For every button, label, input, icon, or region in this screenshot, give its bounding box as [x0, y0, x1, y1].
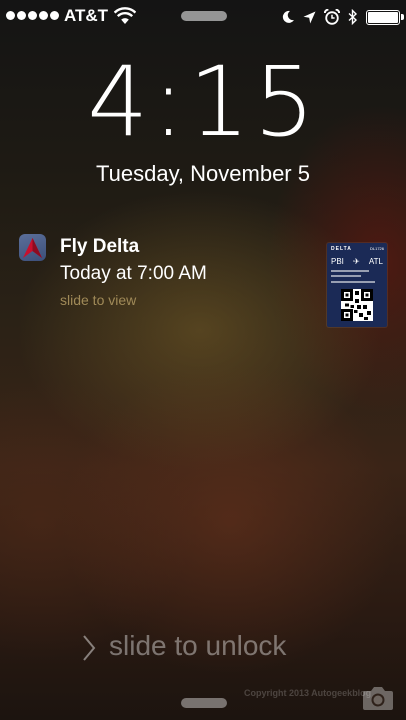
pass-destination: ATL — [368, 257, 383, 266]
status-bar: AT&T — [0, 0, 406, 34]
wifi-icon — [114, 7, 136, 24]
pass-detail-line — [331, 281, 375, 283]
location-arrow-icon — [303, 11, 316, 23]
lock-screen-time: 4:15 — [87, 46, 319, 158]
pass-detail-line — [331, 275, 361, 277]
status-right-icons — [281, 6, 404, 28]
slide-to-unlock-label: slide to unlock — [109, 630, 287, 661]
pass-origin: PBI — [331, 257, 344, 266]
pass-detail-line — [331, 270, 369, 272]
battery-icon — [366, 9, 404, 25]
chevron-right-icon — [83, 635, 96, 661]
moon-icon — [282, 10, 294, 23]
camera-icon[interactable] — [362, 685, 394, 711]
alarm-clock-icon — [324, 9, 340, 25]
control-center-grabber[interactable] — [181, 698, 227, 708]
notification-title: Fly Delta — [60, 236, 140, 257]
signal-strength-icon — [6, 11, 59, 20]
lock-screen-date: Tuesday, November 5 — [96, 161, 310, 186]
pass-brand: DELTA — [331, 246, 352, 252]
bluetooth-icon — [348, 9, 358, 25]
carrier-name: AT&T — [64, 6, 109, 25]
delta-logo-icon — [19, 234, 46, 261]
airplane-icon: ✈ — [353, 257, 360, 266]
notification-center-grabber[interactable] — [181, 11, 227, 21]
boarding-pass-thumbnail: DELTA DL1726 PBI ✈ ATL — [327, 243, 387, 327]
notification-item[interactable]: Fly Delta Today at 7:00 AM slide to view… — [0, 228, 406, 338]
copyright-watermark: Copyright 2013 Autogeekblog — [244, 688, 372, 698]
notification-body: Today at 7:00 AM — [60, 263, 207, 284]
pass-flight: DL1726 — [369, 246, 384, 251]
notification-action-hint: slide to view — [60, 292, 137, 308]
qr-code — [341, 289, 373, 321]
